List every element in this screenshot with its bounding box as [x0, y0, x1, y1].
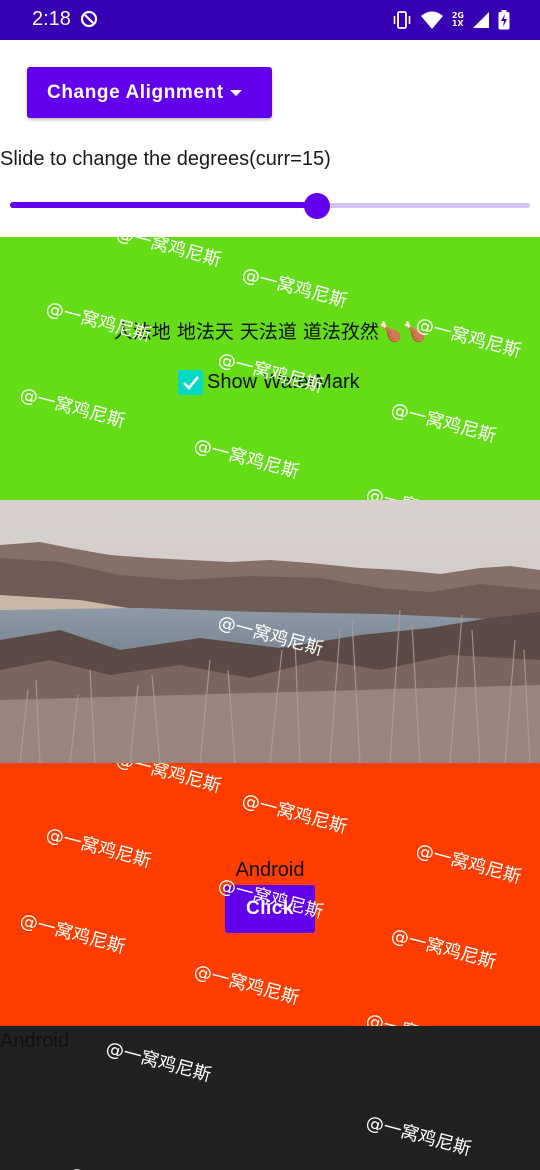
watermark-text: @一窝鸡尼斯	[388, 398, 499, 448]
degrees-slider-label: Slide to change the degrees(curr=15)	[0, 148, 331, 170]
status-bar: 2:18 2G 1X	[0, 0, 540, 40]
watermark-text: @一窝鸡尼斯	[17, 383, 128, 433]
dropdown-arrow-icon	[230, 90, 242, 96]
wifi-icon	[420, 11, 443, 29]
slider-fill	[10, 202, 317, 208]
vibrate-icon	[393, 11, 411, 29]
status-time: 2:18	[32, 8, 71, 30]
cell-signal-icon	[473, 12, 489, 28]
show-watermark-checkbox[interactable]	[178, 370, 203, 395]
slider-thumb[interactable]	[303, 193, 330, 219]
do-not-disturb-icon	[80, 10, 98, 28]
landscape-photo: @一窝鸡尼斯	[0, 500, 540, 763]
watermark-text: @一窝鸡尼斯	[191, 434, 302, 484]
watermark-text: @一窝鸡尼斯	[388, 924, 499, 974]
watermark-text: @一窝鸡尼斯	[239, 789, 350, 839]
check-icon	[182, 375, 199, 390]
dark-watermark-section: Android @一窝鸡尼斯 @一窝鸡尼斯 @一窝鸡尼斯	[0, 1026, 540, 1170]
watermark-text: @一窝鸡尼斯	[65, 1160, 176, 1170]
watermark-text: @一窝鸡尼斯	[363, 1111, 474, 1161]
degrees-slider[interactable]	[10, 192, 530, 220]
watermark-text: @一窝鸡尼斯	[191, 960, 302, 1010]
watermark-text: @一窝鸡尼斯	[113, 237, 224, 272]
status-icons: 2G 1X	[392, 9, 510, 31]
battery-charging-icon	[498, 10, 510, 30]
change-alignment-button[interactable]: Change Alignment	[27, 67, 272, 118]
watermark-text: @一窝鸡尼斯	[363, 1006, 474, 1026]
watermark-text: @一窝鸡尼斯	[113, 763, 224, 798]
network-type-label: 2G 1X	[451, 11, 464, 28]
red-watermark-section: Android Click @一窝鸡尼斯 @一窝鸡尼斯 @一窝鸡尼斯 @一窝鸡尼…	[0, 763, 540, 1026]
change-alignment-label: Change Alignment	[47, 81, 224, 103]
green-watermark-section: 人法地 地法天 天法道 道法孜然🍗🍗 Show WaterMark @一窝鸡尼斯…	[0, 237, 540, 500]
watermark-text: @一窝鸡尼斯	[363, 480, 474, 500]
android-text: Android	[0, 1030, 69, 1052]
watermark-text: @一窝鸡尼斯	[17, 909, 128, 959]
watermark-text: @一窝鸡尼斯	[239, 263, 350, 313]
watermark-text: @一窝鸡尼斯	[103, 1037, 214, 1087]
